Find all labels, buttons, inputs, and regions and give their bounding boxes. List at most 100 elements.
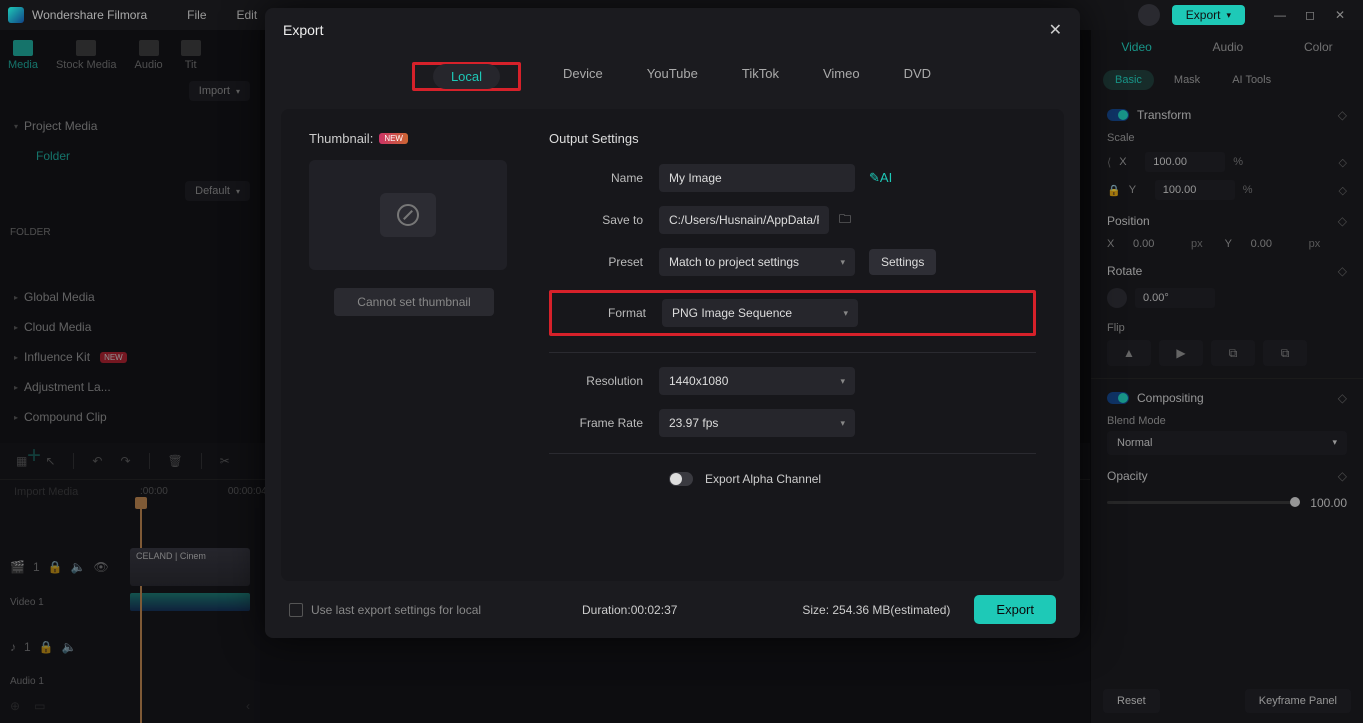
delete-icon[interactable]: 🗑 bbox=[168, 454, 183, 468]
scale-label: Scale bbox=[1107, 132, 1347, 144]
scale-y-input[interactable]: 100.00 bbox=[1155, 180, 1235, 200]
thumbnail-label: Thumbnail: bbox=[309, 131, 373, 146]
duration-value: 00:02:37 bbox=[631, 603, 678, 617]
mute-icon[interactable]: 🔈 bbox=[62, 640, 77, 654]
keyframe-icon[interactable]: ◇ bbox=[1338, 391, 1347, 405]
framerate-select[interactable]: 23.97 fps▾ bbox=[659, 409, 855, 437]
scale-x-input[interactable]: 100.00 bbox=[1145, 152, 1225, 172]
video-track-icon[interactable]: 🎬 bbox=[10, 560, 25, 574]
export-tab-device[interactable]: Device bbox=[561, 62, 605, 91]
compositing-toggle[interactable] bbox=[1107, 392, 1129, 404]
keyframe-icon[interactable]: ◇ bbox=[1339, 156, 1347, 169]
reset-button[interactable]: Reset bbox=[1103, 689, 1160, 713]
saveto-input[interactable] bbox=[659, 206, 829, 234]
tab-stock-media[interactable]: Stock Media bbox=[56, 40, 117, 71]
compositing-label: Compositing bbox=[1137, 391, 1204, 405]
rtab-color[interactable]: Color bbox=[1304, 40, 1333, 54]
audio-waveform[interactable] bbox=[130, 593, 250, 611]
close-window-icon[interactable]: ✕ bbox=[1325, 8, 1355, 22]
name-input[interactable] bbox=[659, 164, 855, 192]
flip-h-icon[interactable]: ▲ bbox=[1107, 340, 1151, 366]
import-button[interactable]: Import bbox=[189, 81, 250, 101]
video-track-label: Video 1 bbox=[10, 597, 44, 608]
tree-compound-clip[interactable]: ▸Compound Clip bbox=[0, 402, 260, 432]
pos-y-value[interactable]: 0.00 bbox=[1251, 238, 1301, 250]
rsubtab-basic[interactable]: Basic bbox=[1103, 70, 1154, 90]
preset-select[interactable]: Match to project settings▾ bbox=[659, 248, 855, 276]
maximize-icon[interactable]: ◻ bbox=[1295, 8, 1325, 22]
rotate-knob-icon[interactable] bbox=[1107, 288, 1127, 308]
keyframe-icon[interactable]: ◇ bbox=[1338, 108, 1347, 122]
tool-grid-icon[interactable]: ▦ bbox=[16, 454, 27, 468]
default-button[interactable]: Default bbox=[185, 181, 250, 201]
tree-project-media[interactable]: ▾Project Media bbox=[0, 111, 260, 141]
rsubtab-mask[interactable]: Mask bbox=[1162, 70, 1212, 90]
tab-audio[interactable]: Audio bbox=[135, 40, 163, 71]
flip-v-icon[interactable]: ▶ bbox=[1159, 340, 1203, 366]
mute-icon[interactable]: 🔈 bbox=[71, 560, 86, 574]
rsubtab-ai[interactable]: AI Tools bbox=[1220, 70, 1283, 90]
audio-track-icon[interactable]: ♪ bbox=[10, 640, 16, 654]
lock-icon[interactable]: 🔒 bbox=[39, 640, 54, 654]
export-tab-vimeo[interactable]: Vimeo bbox=[821, 62, 862, 91]
use-last-label: Use last export settings for local bbox=[311, 603, 481, 617]
transform-toggle[interactable] bbox=[1107, 109, 1129, 121]
minimize-icon[interactable]: — bbox=[1265, 8, 1295, 22]
export-header-button[interactable]: Export bbox=[1172, 5, 1245, 25]
tab-titles[interactable]: Tit bbox=[181, 40, 201, 71]
keyframe-icon[interactable]: ◇ bbox=[1339, 184, 1347, 197]
tree-influence-kit[interactable]: ▸Influence KitNEW bbox=[0, 342, 260, 372]
saveto-label: Save to bbox=[549, 213, 659, 227]
copy-icon[interactable]: ⧉ bbox=[1211, 340, 1255, 366]
export-tab-dvd[interactable]: DVD bbox=[902, 62, 933, 91]
tab-media[interactable]: Media bbox=[8, 40, 38, 71]
export-button[interactable]: Export bbox=[974, 595, 1056, 624]
thumbnail-preview bbox=[309, 160, 507, 270]
resolution-label: Resolution bbox=[549, 374, 659, 388]
alpha-toggle[interactable] bbox=[669, 472, 693, 486]
folder-label: FOLDER bbox=[10, 227, 250, 238]
modal-title: Export bbox=[283, 22, 323, 38]
video-clip[interactable]: CELAND | Cinem bbox=[130, 548, 250, 586]
menu-file[interactable]: File bbox=[187, 8, 206, 22]
keyframe-panel-button[interactable]: Keyframe Panel bbox=[1245, 689, 1351, 713]
redo-icon[interactable]: ↷ bbox=[120, 454, 130, 468]
export-tab-youtube[interactable]: YouTube bbox=[645, 62, 700, 91]
keyframe-icon[interactable]: ◇ bbox=[1338, 469, 1347, 483]
preset-label: Preset bbox=[549, 255, 659, 269]
opacity-value[interactable]: 100.00 bbox=[1310, 496, 1347, 510]
paste-icon[interactable]: ⧉ bbox=[1263, 340, 1307, 366]
size-value: 254.36 MB(estimated) bbox=[832, 603, 950, 617]
eye-icon[interactable]: 👁 bbox=[94, 560, 109, 574]
export-tab-tiktok[interactable]: TikTok bbox=[740, 62, 781, 91]
pos-x-value[interactable]: 0.00 bbox=[1133, 238, 1183, 250]
ai-icon[interactable]: ✎AI bbox=[869, 170, 892, 186]
opacity-slider[interactable] bbox=[1107, 501, 1300, 504]
blend-mode-select[interactable]: Normal▾ bbox=[1107, 431, 1347, 455]
resolution-select[interactable]: 1440x1080▾ bbox=[659, 367, 855, 395]
rtab-audio[interactable]: Audio bbox=[1213, 40, 1244, 54]
avatar[interactable] bbox=[1138, 4, 1160, 26]
rtab-video[interactable]: Video bbox=[1121, 40, 1151, 54]
tool-pointer-icon[interactable]: ↖ bbox=[45, 454, 55, 468]
format-select[interactable]: PNG Image Sequence▾ bbox=[662, 299, 858, 327]
undo-icon[interactable]: ↶ bbox=[92, 454, 102, 468]
tree-global-media[interactable]: ▸Global Media bbox=[0, 282, 260, 312]
framerate-label: Frame Rate bbox=[549, 416, 659, 430]
tree-cloud-media[interactable]: ▸Cloud Media bbox=[0, 312, 260, 342]
browse-folder-icon[interactable]: 🗀 bbox=[839, 210, 851, 231]
tree-folder[interactable]: Folder bbox=[0, 141, 260, 171]
preset-settings-button[interactable]: Settings bbox=[869, 249, 936, 275]
close-icon[interactable]: ✕ bbox=[1049, 20, 1062, 40]
keyframe-icon[interactable]: ◇ bbox=[1338, 214, 1347, 228]
lock-icon[interactable]: 🔒 bbox=[48, 560, 63, 574]
cut-icon[interactable]: ✂ bbox=[220, 454, 230, 468]
tree-adjustment-layer[interactable]: ▸Adjustment La... bbox=[0, 372, 260, 402]
playhead[interactable] bbox=[140, 503, 142, 723]
use-last-checkbox[interactable] bbox=[289, 603, 303, 617]
blend-label: Blend Mode bbox=[1107, 415, 1347, 427]
keyframe-icon[interactable]: ◇ bbox=[1338, 264, 1347, 278]
export-tab-local[interactable]: Local bbox=[433, 64, 500, 89]
rotate-input[interactable]: 0.00° bbox=[1135, 288, 1215, 308]
menu-edit[interactable]: Edit bbox=[237, 8, 258, 22]
